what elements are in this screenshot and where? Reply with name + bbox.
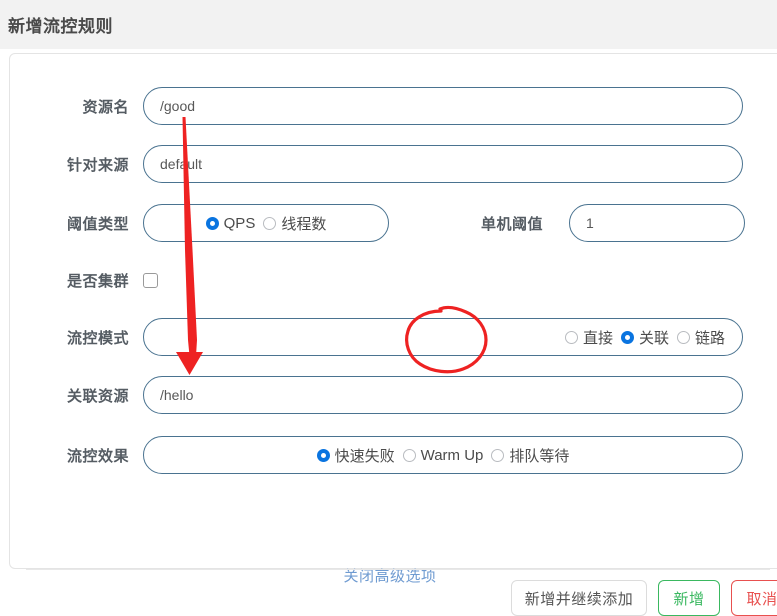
label-threshold-type: 阈值类型 [66,215,129,233]
radio-label: 线程数 [281,215,327,233]
radio-threshold-qps[interactable]: QPS [205,214,256,232]
radio-flow-mode-associated[interactable]: 关联 [620,327,669,348]
radio-flow-mode-direct[interactable]: 直接 [564,327,613,348]
radio-dot-icon [491,448,505,462]
form-row-cluster: 是否集群 [10,260,750,300]
form-row-flow-mode: 流控模式 直接 关联 链路 [10,317,750,357]
radio-label: 链路 [694,329,725,347]
radio-flow-effect-warm-up[interactable]: Warm Up [402,446,484,464]
footer-bar: 新增并继续添加 新增 取消 [0,580,777,616]
page-title: 新增流控规则 [8,17,113,36]
form-row-limit-origin: 针对来源 default [10,144,750,184]
form-card: 资源名 /good 针对来源 default 阈值类型 QPS 线程数 单机阈值 [9,53,777,585]
cluster-checkbox[interactable] [143,272,158,288]
label-cluster: 是否集群 [66,272,129,290]
radio-dot-icon [205,216,219,230]
single-threshold-input[interactable]: 1 [569,204,745,242]
label-single-threshold: 单机阈值 [480,215,543,233]
add-and-continue-button[interactable]: 新增并继续添加 [511,580,647,616]
flow-rule-dialog: 新增流控规则 资源名 /good 针对来源 default 阈值类型 QPS 线 [0,0,777,616]
radio-label: 快速失败 [334,447,395,465]
resource-input[interactable]: /good [143,87,743,125]
radio-threshold-thread[interactable]: 线程数 [263,213,326,234]
radio-label: 关联 [638,329,669,347]
threshold-type-radio-group[interactable]: QPS 线程数 [143,204,389,242]
label-resource: 资源名 [82,98,129,116]
form-row-ref-resource: 关联资源 /hello [10,375,750,415]
form-row-flow-effect: 流控效果 快速失败 Warm Up 排队等待 [10,435,750,475]
ref-resource-input[interactable]: /hello [143,376,743,414]
cancel-button[interactable]: 取消 [731,580,777,616]
radio-dot-icon [263,216,277,230]
dialog-header: 新增流控规则 [0,0,777,49]
flow-mode-radio-group[interactable]: 直接 关联 链路 [143,318,743,356]
limit-origin-input[interactable]: default [143,145,743,183]
label-limit-origin: 针对来源 [66,156,129,174]
radio-dot-icon [620,330,634,344]
form-row-threshold: 阈值类型 QPS 线程数 单机阈值 1 [10,203,770,243]
radio-label: QPS [223,214,256,232]
radio-label: 直接 [582,329,613,347]
form-row-resource: 资源名 /good [10,86,750,126]
radio-flow-mode-chain[interactable]: 链路 [676,327,725,348]
radio-flow-effect-fast-fail[interactable]: 快速失败 [316,445,395,466]
add-button[interactable]: 新增 [658,580,720,616]
label-flow-mode: 流控模式 [66,329,129,347]
footer-divider [26,569,770,570]
radio-dot-icon [564,330,578,344]
radio-dot-icon [316,448,330,462]
label-flow-effect: 流控效果 [66,447,129,465]
radio-label: Warm Up [420,446,484,464]
radio-label: 排队等待 [509,447,570,465]
radio-dot-icon [402,448,416,462]
label-ref-resource: 关联资源 [66,387,129,405]
radio-dot-icon [676,330,690,344]
flow-effect-radio-group[interactable]: 快速失败 Warm Up 排队等待 [143,436,743,474]
radio-flow-effect-queue[interactable]: 排队等待 [491,445,569,466]
